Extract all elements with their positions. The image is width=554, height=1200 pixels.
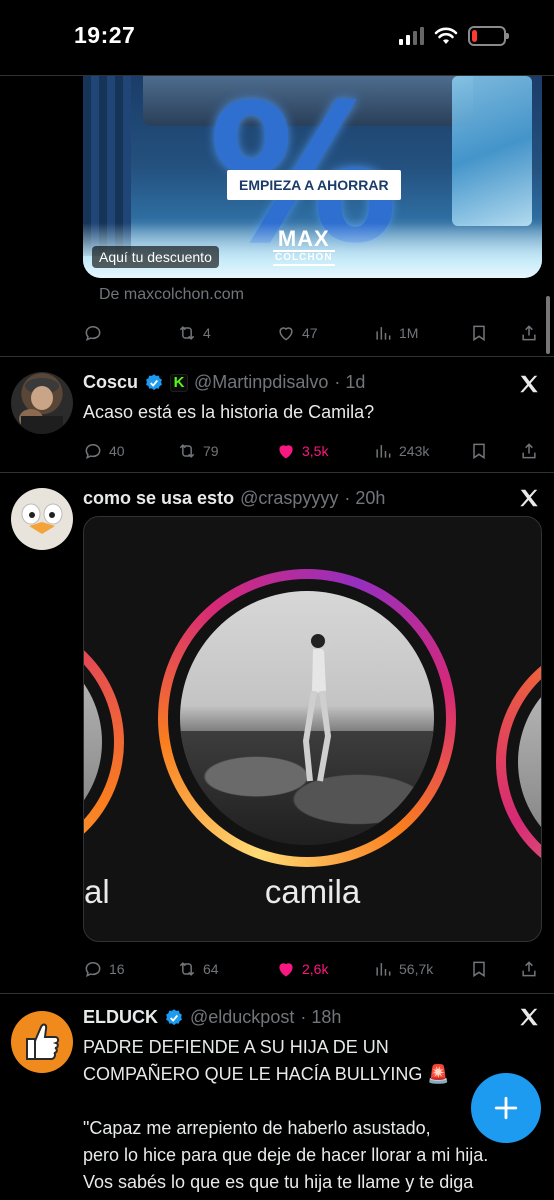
story-ring-left bbox=[84, 617, 124, 867]
compose-button[interactable] bbox=[471, 1073, 541, 1143]
tweet-time: · 1d bbox=[334, 372, 366, 392]
tweet-text: PADRE DEFIENDE A SU HIJA DE UN COMPAÑERO… bbox=[83, 1037, 489, 1192]
author-handle[interactable]: @Martinpdisalvo bbox=[194, 372, 328, 393]
tweet-header: como se usa esto @craspyyyy · 20h bbox=[83, 488, 385, 509]
author-name[interactable]: Coscu bbox=[83, 372, 138, 393]
x-logo-icon[interactable] bbox=[518, 487, 540, 509]
tweet-time: · 20h bbox=[344, 488, 386, 508]
repost-button[interactable]: 79 bbox=[177, 440, 219, 462]
share-button[interactable] bbox=[519, 958, 539, 980]
ad-cta-button[interactable]: EMPIEZA A AHORRAR bbox=[227, 170, 401, 200]
reply-button[interactable]: 16 bbox=[83, 958, 125, 980]
bookmark-icon bbox=[473, 443, 485, 460]
tweet[interactable]: ELDUCK @elduckpost · 18h PADRE DEFIENDE … bbox=[0, 994, 554, 1200]
bookmark-button[interactable] bbox=[469, 322, 489, 344]
author-name[interactable]: ELDUCK bbox=[83, 1007, 158, 1028]
repost-button[interactable]: 4 bbox=[177, 322, 211, 344]
like-icon bbox=[279, 963, 293, 977]
story-ring-main bbox=[158, 569, 456, 867]
status-bar: 19:27 bbox=[0, 0, 554, 76]
bookmark-icon bbox=[473, 961, 485, 978]
tweet-header: Coscu K @Martinpdisalvo · 1d bbox=[83, 372, 365, 393]
reply-button[interactable] bbox=[83, 322, 103, 344]
like-icon bbox=[279, 445, 293, 459]
author-handle[interactable]: @craspyyyy bbox=[240, 488, 338, 509]
share-icon bbox=[522, 325, 536, 341]
tweet[interactable]: como se usa esto @craspyyyy · 20h al cam… bbox=[0, 473, 554, 993]
verified-icon bbox=[146, 373, 162, 390]
views-button[interactable]: 243k bbox=[373, 440, 429, 462]
avatar[interactable] bbox=[11, 372, 73, 434]
views-icon bbox=[376, 327, 391, 340]
status-time: 19:27 bbox=[74, 22, 136, 48]
like-button[interactable]: 47 bbox=[276, 322, 318, 344]
avatar-image bbox=[19, 378, 63, 434]
verified-icon bbox=[166, 1008, 182, 1025]
views-button[interactable]: 1M bbox=[373, 322, 418, 344]
like-button[interactable]: 2,6k bbox=[276, 958, 328, 980]
bookmark-icon bbox=[473, 325, 485, 342]
reply-icon bbox=[85, 961, 101, 978]
x-logo-icon[interactable] bbox=[518, 373, 540, 395]
battery-level bbox=[472, 30, 477, 42]
ad-source-link[interactable]: De maxcolchon.com bbox=[99, 286, 554, 308]
thumbs-up-icon bbox=[26, 1023, 60, 1060]
status-icons bbox=[399, 26, 509, 46]
views-icon bbox=[376, 963, 391, 976]
share-icon bbox=[522, 443, 536, 459]
share-button[interactable] bbox=[519, 440, 539, 462]
ad-logo: MAX COLCHON bbox=[273, 228, 335, 266]
promoted-tweet: % EMPIEZA A AHORRAR MAX COLCHON Aquí tu … bbox=[0, 76, 554, 356]
tweet-header: ELDUCK @elduckpost · 18h bbox=[83, 1007, 341, 1028]
reply-icon bbox=[85, 443, 101, 460]
author-handle[interactable]: @elduckpost bbox=[190, 1007, 294, 1028]
like-button[interactable]: 3,5k bbox=[276, 440, 328, 462]
share-icon bbox=[522, 961, 536, 977]
avatar[interactable] bbox=[11, 488, 73, 550]
avatar-image bbox=[21, 503, 63, 534]
story-label: camila bbox=[264, 873, 361, 910]
reply-icon bbox=[85, 325, 101, 342]
author-name[interactable]: como se usa esto bbox=[83, 488, 234, 509]
ad-action-bar: 4 47 1M bbox=[0, 316, 554, 352]
ad-image[interactable]: % EMPIEZA A AHORRAR MAX COLCHON Aquí tu … bbox=[83, 76, 542, 278]
wifi-icon bbox=[434, 27, 458, 44]
avatar[interactable] bbox=[11, 1011, 73, 1073]
x-logo-icon[interactable] bbox=[518, 1006, 540, 1028]
repost-icon bbox=[179, 962, 195, 976]
views-icon bbox=[376, 445, 391, 458]
bookmark-button[interactable] bbox=[469, 440, 489, 462]
bookmark-button[interactable] bbox=[469, 958, 489, 980]
kick-badge-icon: K bbox=[170, 373, 189, 392]
timeline-feed: % EMPIEZA A AHORRAR MAX COLCHON Aquí tu … bbox=[0, 76, 554, 1200]
ad-discount-badge: Aquí tu descuento bbox=[92, 246, 219, 268]
signal-icon bbox=[399, 27, 424, 45]
tweet-media[interactable]: al camila bbox=[83, 516, 542, 942]
story-photo bbox=[180, 591, 434, 845]
like-icon bbox=[279, 327, 293, 341]
tweet-action-bar: 40 79 3,5k 243k bbox=[0, 434, 554, 470]
repost-icon bbox=[179, 444, 195, 458]
battery-icon bbox=[468, 26, 509, 46]
tweet-time: · 18h bbox=[300, 1007, 342, 1027]
scroll-indicator[interactable] bbox=[546, 296, 550, 354]
repost-button[interactable]: 64 bbox=[177, 958, 219, 980]
repost-icon bbox=[179, 326, 195, 340]
compose-icon bbox=[494, 1096, 518, 1120]
tweet[interactable]: Coscu K @Martinpdisalvo · 1d Acaso está … bbox=[0, 357, 554, 472]
share-button[interactable] bbox=[519, 322, 539, 344]
story-ring-right bbox=[496, 637, 541, 887]
tweet-text: Acaso está es la historia de Camila? bbox=[83, 402, 375, 422]
tweet-action-bar: 16 64 2,6k 56,7k bbox=[0, 952, 554, 988]
reply-button[interactable]: 40 bbox=[83, 440, 125, 462]
views-button[interactable]: 56,7k bbox=[373, 958, 433, 980]
